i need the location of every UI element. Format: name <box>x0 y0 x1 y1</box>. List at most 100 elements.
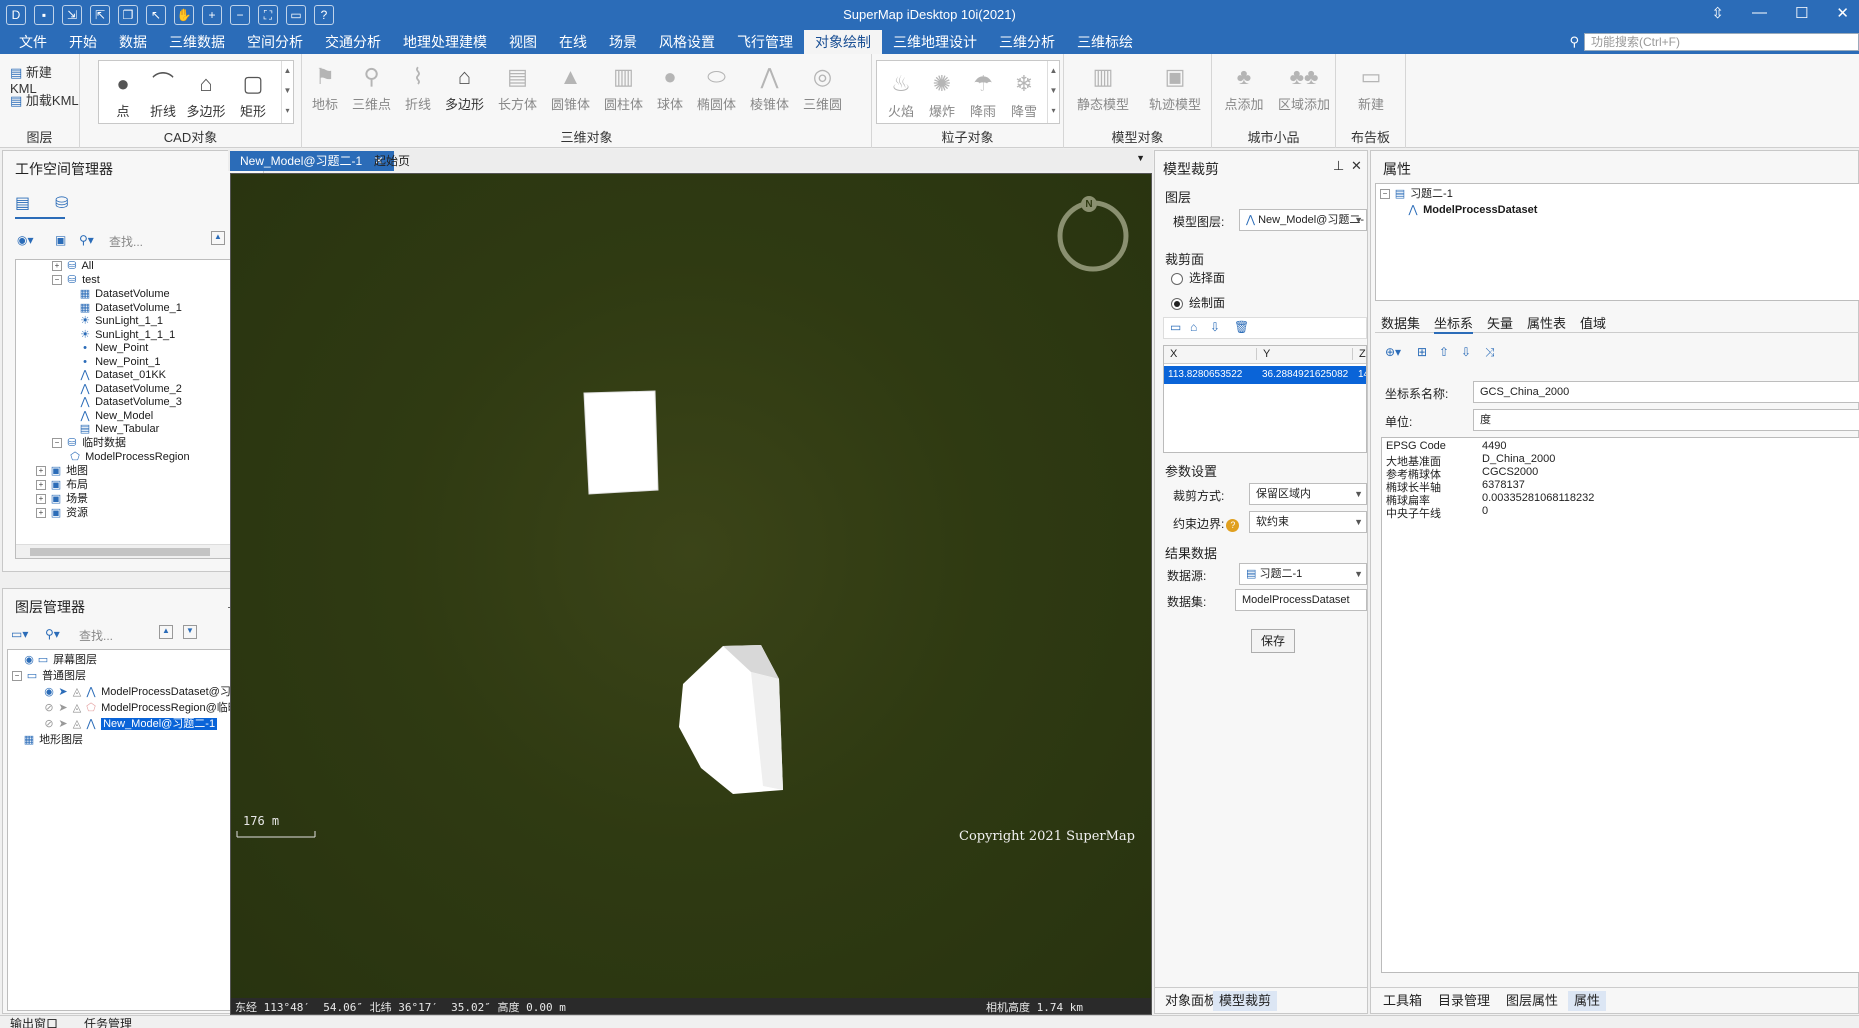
polyline-button[interactable]: ⌇ 折线 <box>399 62 437 113</box>
cs-name-field[interactable]: GCS_China_2000 <box>1473 381 1859 403</box>
cylinder-button[interactable]: ▥ 圆柱体 <box>598 62 649 113</box>
menu-2[interactable]: 数据 <box>108 30 158 54</box>
selectable-arrow-icon[interactable]: ➤ <box>56 716 70 732</box>
data-view-tab[interactable]: ⛁ <box>55 193 81 219</box>
expand-icon[interactable]: + <box>36 507 46 518</box>
task-manager-tab[interactable]: 任务管理 <box>84 1016 132 1028</box>
rain-button[interactable]: ☂ 降雨 <box>963 69 1003 120</box>
properties-bottom-tab-0[interactable]: 工具箱 <box>1377 991 1428 1011</box>
expand-icon[interactable]: + <box>36 479 46 490</box>
menu-3[interactable]: 三维数据 <box>158 30 236 54</box>
tree-node-resource[interactable]: + ▣ 资源 <box>36 505 88 521</box>
properties-child-node[interactable]: ⋀ ModelProcessDataset <box>1406 202 1537 218</box>
collapse-icon[interactable]: − <box>12 671 22 682</box>
selectable-arrow-icon[interactable]: ➤ <box>56 700 70 716</box>
normal-layer-node[interactable]: − ▭ 普通图层 <box>12 668 86 684</box>
save-button[interactable]: 保存 <box>1251 629 1295 653</box>
hidden-eye-icon[interactable]: ⊘ <box>42 716 56 732</box>
particle-gallery-scroll[interactable]: ▲ ▼ ▾ <box>1047 61 1059 123</box>
hscroll-thumb[interactable] <box>30 548 210 556</box>
constraint-select[interactable]: 软约束 ▼ <box>1249 511 1367 533</box>
static-model-button[interactable]: ▥ 静态模型 <box>1068 62 1138 113</box>
collapse-icon[interactable]: − <box>52 275 62 286</box>
cone-button[interactable]: ▲ 圆锥体 <box>545 62 596 113</box>
menu-5[interactable]: 交通分析 <box>314 30 392 54</box>
menu-11[interactable]: 飞行管理 <box>726 30 804 54</box>
coord-export-icon[interactable]: ⇧ <box>1439 345 1449 359</box>
cell-y[interactable]: 36.2884921625082 <box>1262 369 1348 380</box>
clip-close-icon[interactable]: ✕ <box>1351 158 1362 174</box>
select-plane-option[interactable]: 选择面 <box>1171 269 1225 286</box>
menu-6[interactable]: 地理处理建模 <box>392 30 498 54</box>
coord-grid-icon[interactable]: ⊞ <box>1417 345 1427 359</box>
expand-icon[interactable]: + <box>36 465 46 476</box>
layer-search-input[interactable]: 查找... <box>79 627 113 644</box>
properties-bottom-tab-2[interactable]: 图层属性 <box>1500 991 1564 1011</box>
cad-rectangle-button[interactable]: ▢ 矩形 <box>231 69 275 120</box>
tab-list-dropdown-icon[interactable]: ▼ <box>1136 153 1145 163</box>
properties-bottom-tab-1[interactable]: 目录管理 <box>1432 991 1496 1011</box>
editable-icon[interactable]: ◬ <box>70 700 84 716</box>
radio-draw-plane[interactable] <box>1171 297 1183 310</box>
collapse-icon[interactable]: − <box>1380 189 1390 200</box>
menu-7[interactable]: 视图 <box>498 30 548 54</box>
layer-item[interactable]: ⊘ ➤ ◬ ⋀ New_Model@习题二-1 <box>42 716 218 732</box>
menu-8[interactable]: 在线 <box>548 30 598 54</box>
minimize-icon[interactable]: — <box>1752 4 1767 22</box>
polygon-draw-icon[interactable]: ⌂ <box>1190 320 1197 334</box>
refresh-icon[interactable]: ▣ <box>55 233 66 247</box>
properties-tab-0[interactable]: 数据集 <box>1381 313 1420 332</box>
cad-polyline-button[interactable]: ⌒ 折线 <box>143 69 183 120</box>
sphere-button[interactable]: ● 球体 <box>651 62 689 113</box>
function-search-input[interactable]: 功能搜索(Ctrl+F) <box>1584 33 1859 51</box>
menu-12[interactable]: 对象绘制 <box>804 30 882 54</box>
delete-icon[interactable]: 🗑 <box>1234 320 1249 334</box>
layer-add-icon[interactable]: ▭▾ <box>11 627 28 641</box>
3d-circle-button[interactable]: ◎ 三维圆 <box>797 62 848 113</box>
model-layer-select[interactable]: ⋀ New_Model@习题二- ▼ <box>1239 209 1367 231</box>
new-billboard-button[interactable]: ▭ 新建 <box>1346 62 1396 113</box>
cell-x[interactable]: 113.8280653522 <box>1168 369 1242 380</box>
gallery-scroll[interactable]: ▲ ▼ ▾ <box>281 61 293 123</box>
menu-15[interactable]: 三维标绘 <box>1066 30 1144 54</box>
workspace-search-input[interactable]: 查找... <box>109 233 143 250</box>
expand-icon[interactable]: + <box>52 261 62 272</box>
pyramid-button[interactable]: ⋀ 棱锥体 <box>744 62 795 113</box>
unit-field[interactable]: 度 <box>1473 409 1859 431</box>
menu-9[interactable]: 场景 <box>598 30 648 54</box>
import-region-icon[interactable]: ⇩ <box>1210 320 1220 334</box>
close-window-icon[interactable]: ✕ <box>1836 4 1849 22</box>
point-add-button[interactable]: ♣ 点添加 <box>1216 62 1272 113</box>
properties-bottom-tab-3[interactable]: 属性 <box>1568 991 1607 1011</box>
rectangle-draw-icon[interactable]: ▭ <box>1170 320 1181 334</box>
visible-eye-icon[interactable]: ◉ <box>42 684 56 700</box>
properties-root-node[interactable]: − ▤ 习题二-1 <box>1380 186 1453 202</box>
menu-13[interactable]: 三维地理设计 <box>882 30 988 54</box>
radio-select-plane[interactable] <box>1171 272 1183 285</box>
output-window-tab[interactable]: 输出窗口 <box>10 1016 58 1028</box>
menu-0[interactable]: 文件 <box>8 30 58 54</box>
find-icon[interactable]: ⚲▾ <box>79 233 94 247</box>
region-add-button[interactable]: ♣♣ 区域添加 <box>1274 62 1334 113</box>
flame-button[interactable]: ♨ 火焰 <box>881 69 921 120</box>
layer-find-icon[interactable]: ⚲▾ <box>45 627 60 641</box>
terrain-layer-node[interactable]: ▦ 地形图层 <box>22 732 83 748</box>
workspace-tree-hscroll[interactable] <box>16 544 258 558</box>
menu-14[interactable]: 三维分析 <box>988 30 1066 54</box>
hidden-eye-icon[interactable]: ⊘ <box>42 700 56 716</box>
layer-item[interactable]: ⊘ ➤ ◬ ⬠ ModelProcessRegion@临时数据 <box>42 700 258 716</box>
editable-icon[interactable]: ◬ <box>70 684 84 700</box>
selectable-arrow-icon[interactable]: ➤ <box>56 684 70 700</box>
menu-4[interactable]: 空间分析 <box>236 30 314 54</box>
maximize-icon[interactable]: ☐ <box>1795 4 1808 22</box>
landmark-button[interactable]: ⚑ 地标 <box>306 62 344 113</box>
tab-model-clip[interactable]: 模型裁剪 <box>1213 991 1278 1011</box>
tab-start-page[interactable]: 起始页 <box>364 151 420 171</box>
cad-point-button[interactable]: ● 点 <box>103 69 143 120</box>
dataset-input[interactable]: ModelProcessDataset <box>1235 589 1367 611</box>
screen-layer-node[interactable]: ◉ ▭ 屏幕图层 <box>22 652 97 668</box>
eye-icon[interactable]: ◉ <box>22 652 36 668</box>
ellipsoid-button[interactable]: ⬭ 椭圆体 <box>691 62 742 113</box>
coord-transform-icon[interactable]: ⤨ <box>1485 345 1495 360</box>
cell-z[interactable]: 14 <box>1358 369 1366 380</box>
